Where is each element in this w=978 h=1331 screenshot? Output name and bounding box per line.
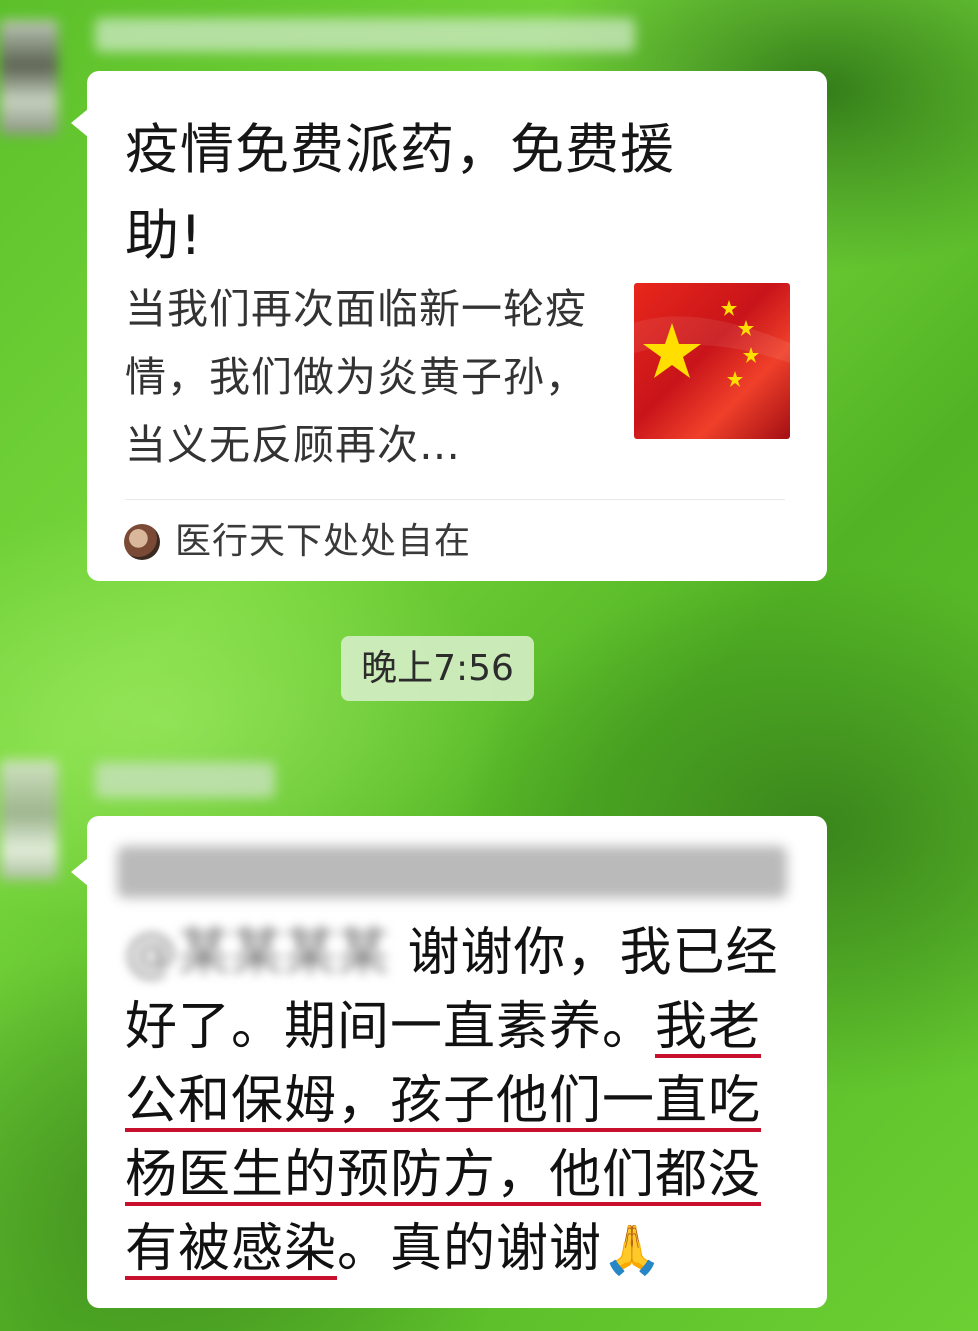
- message-body: @某某某某 谢谢你，我已经好了。期间一直素养。我老公和保姆，孩子他们一直吃杨医生…: [125, 916, 795, 1287]
- blurred-sender-name: [95, 18, 635, 52]
- card-description: 当我们再次面临新一轮疫情，我们做为炎黄子孙，当义无反顾再次…: [125, 285, 587, 469]
- blurred-sender-name: [95, 762, 275, 798]
- flag-image: [634, 283, 790, 439]
- text-message[interactable]: @某某某某 谢谢你，我已经好了。期间一直素养。我老公和保姆，孩子他们一直吃杨医生…: [71, 816, 827, 1308]
- blurred-mention: @某某某某: [125, 923, 391, 983]
- source-avatar: [124, 524, 160, 560]
- avatar[interactable]: [0, 20, 58, 135]
- card-source-name[interactable]: 医行天下处处自在: [175, 520, 471, 564]
- message-timestamp: 晚上7:56: [341, 636, 534, 701]
- folded-hands-icon: 🙏: [602, 1222, 663, 1278]
- blurred-quote: [117, 846, 787, 898]
- card-title: 疫情免费派药，免费援助!: [125, 118, 675, 267]
- card-divider: [125, 499, 785, 500]
- avatar[interactable]: [0, 760, 58, 880]
- message-text-part: 。真的谢谢: [337, 1219, 603, 1279]
- link-card-message[interactable]: 疫情免费派药，免费援助! 当我们再次面临新一轮疫情，我们做为炎黄子孙，当义无反顾…: [71, 71, 827, 581]
